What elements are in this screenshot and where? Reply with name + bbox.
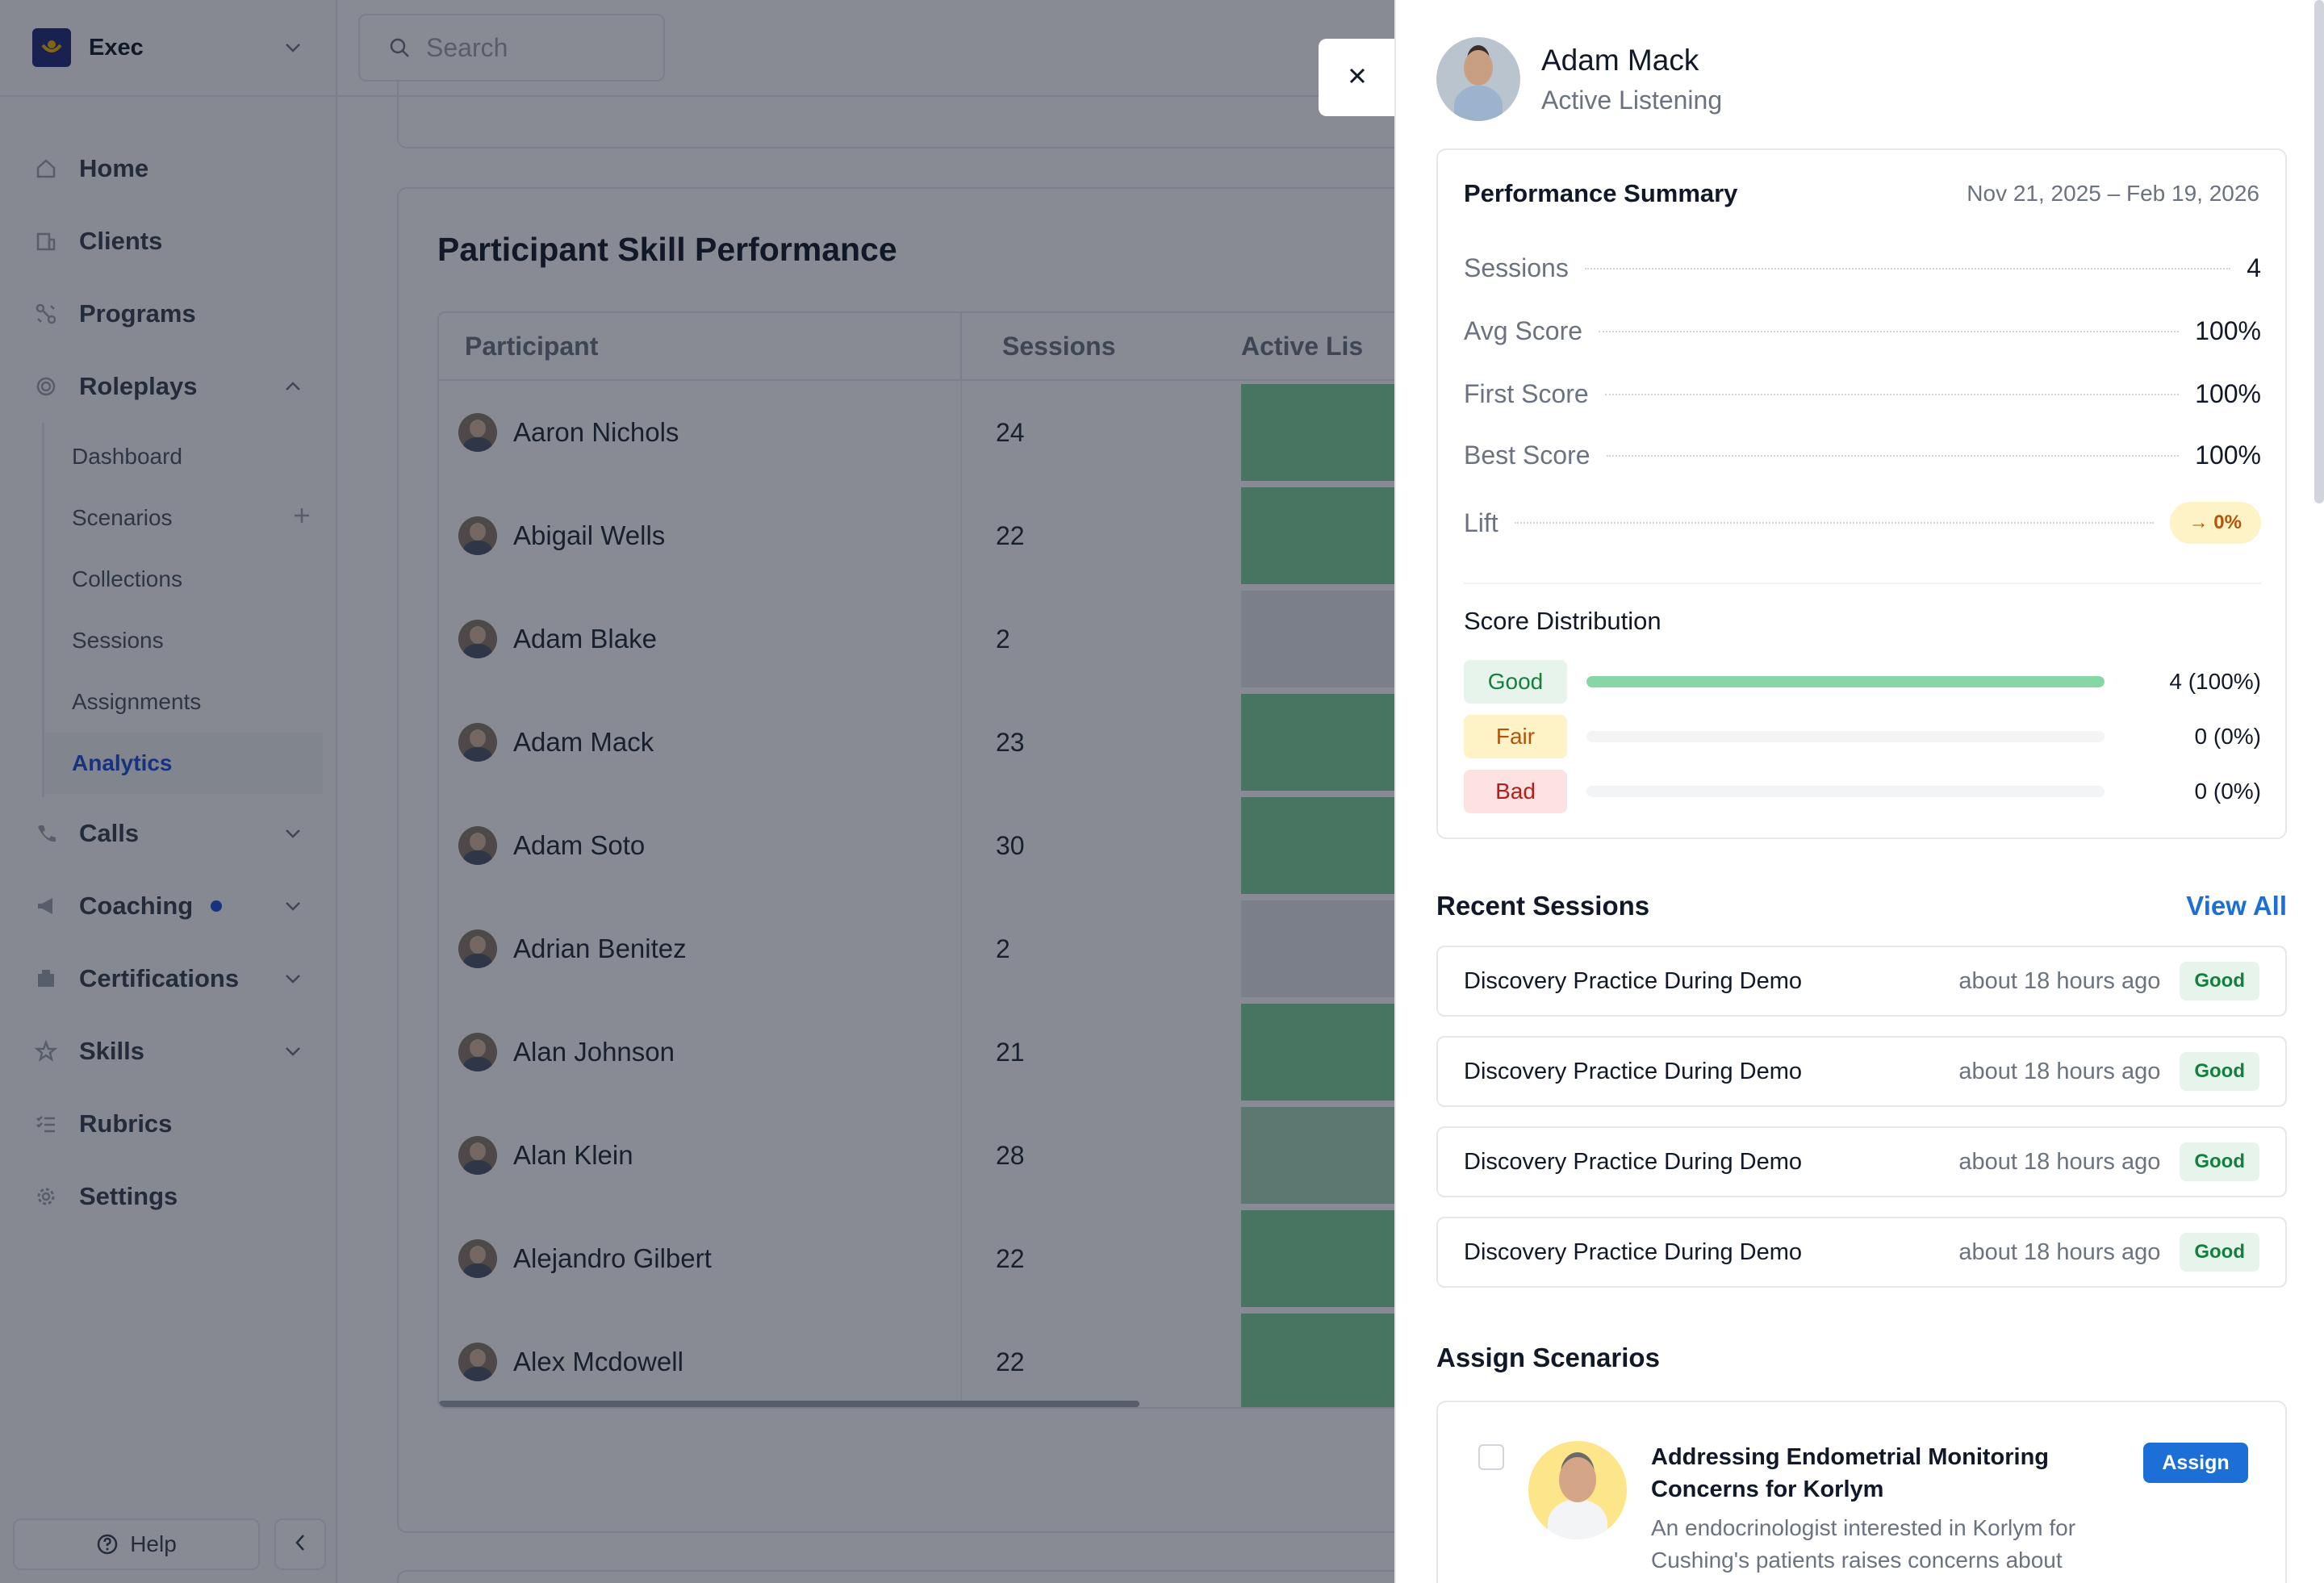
distribution-value: 0 (0%) bbox=[2194, 779, 2261, 804]
metric-value: 100% bbox=[2195, 441, 2261, 470]
metric-label: Avg Score bbox=[1464, 316, 1583, 345]
metric-value: 100% bbox=[2195, 316, 2261, 345]
avatar bbox=[1436, 37, 1520, 121]
participant-drawer: Adam Mack Active Listening Performance S… bbox=[1394, 0, 2324, 1583]
metric-best-score: Best Score 100% bbox=[1464, 441, 2261, 470]
assign-scenarios-header: Assign Scenarios bbox=[1436, 1343, 2287, 1373]
session-badge: Good bbox=[2180, 1142, 2259, 1181]
score-distribution-title: Score Distribution bbox=[1464, 607, 1661, 635]
distribution-value: 4 (100%) bbox=[2169, 669, 2261, 694]
session-time: about 18 hours ago bbox=[1958, 1238, 2161, 1265]
lift-badge: → 0% bbox=[2169, 502, 2261, 544]
recent-sessions-title: Recent Sessions bbox=[1436, 891, 1650, 921]
good-badge: Good bbox=[1464, 660, 1567, 704]
session-title: Discovery Practice During Demo bbox=[1464, 1058, 1803, 1084]
metric-sessions: Sessions 4 bbox=[1464, 253, 2261, 283]
metric-label: Sessions bbox=[1464, 253, 1569, 282]
metric-lift: Lift → 0% bbox=[1464, 502, 2261, 544]
modal-backdrop[interactable] bbox=[0, 0, 1394, 1583]
scenario-avatar bbox=[1528, 1441, 1627, 1539]
bad-badge: Bad bbox=[1464, 770, 1567, 813]
scenario-card: Addressing Endometrial Monitoring Concer… bbox=[1436, 1401, 2287, 1583]
scenario-description: An endocrinologist interested in Korlym … bbox=[1651, 1515, 2076, 1573]
app-root: Exec Home Clients Programs Roleplays bbox=[0, 0, 2324, 1583]
view-all-link[interactable]: View All bbox=[2186, 891, 2287, 921]
distribution-track bbox=[1586, 676, 2105, 687]
distribution-row-fair: Fair 0 (0%) bbox=[1464, 715, 2261, 758]
performance-summary-card: Performance Summary Nov 21, 2025 – Feb 1… bbox=[1436, 148, 2287, 839]
distribution-row-good: Good 4 (100%) bbox=[1464, 660, 2261, 704]
drawer-header: Adam Mack Active Listening bbox=[1436, 37, 1722, 121]
session-title: Discovery Practice During Demo bbox=[1464, 1238, 1803, 1265]
close-icon bbox=[1348, 66, 1367, 90]
metric-avg-score: Avg Score 100% bbox=[1464, 316, 2261, 346]
session-time: about 18 hours ago bbox=[1958, 1148, 2161, 1175]
assign-scenarios-title: Assign Scenarios bbox=[1436, 1343, 1660, 1372]
session-item[interactable]: Discovery Practice During Demo about 18 h… bbox=[1436, 1036, 2287, 1107]
participant-name: Adam Mack bbox=[1541, 43, 1699, 77]
session-badge: Good bbox=[2180, 1052, 2259, 1091]
distribution-value: 0 (0%) bbox=[2194, 724, 2261, 749]
session-item[interactable]: Discovery Practice During Demo about 18 h… bbox=[1436, 1217, 2287, 1288]
metric-label: Best Score bbox=[1464, 441, 1590, 470]
scenario-checkbox[interactable] bbox=[1478, 1444, 1504, 1470]
session-badge: Good bbox=[2180, 962, 2259, 1000]
date-range: Nov 21, 2025 – Feb 19, 2026 bbox=[1967, 181, 2259, 206]
divider bbox=[1464, 583, 2261, 584]
session-item[interactable]: Discovery Practice During Demo about 18 h… bbox=[1436, 1126, 2287, 1197]
metric-label: First Score bbox=[1464, 379, 1589, 408]
performance-summary-title: Performance Summary bbox=[1464, 179, 1738, 207]
drawer-scrollbar[interactable] bbox=[2314, 0, 2324, 503]
session-item[interactable]: Discovery Practice During Demo about 18 h… bbox=[1436, 946, 2287, 1017]
distribution-track bbox=[1586, 731, 2105, 742]
metric-label: Lift bbox=[1464, 507, 1498, 537]
distribution-fill bbox=[1586, 676, 2105, 687]
distribution-track bbox=[1586, 786, 2105, 797]
session-badge: Good bbox=[2180, 1233, 2259, 1272]
session-title: Discovery Practice During Demo bbox=[1464, 967, 1803, 994]
metric-first-score: First Score 100% bbox=[1464, 379, 2261, 409]
recent-sessions-header: Recent Sessions View All bbox=[1436, 891, 2287, 921]
distribution-row-bad: Bad 0 (0%) bbox=[1464, 770, 2261, 813]
metric-value: 100% bbox=[2195, 379, 2261, 408]
session-time: about 18 hours ago bbox=[1958, 1058, 2161, 1084]
skill-name: Active Listening bbox=[1541, 85, 1723, 115]
session-title: Discovery Practice During Demo bbox=[1464, 1148, 1803, 1175]
scenario-title: Addressing Endometrial Monitoring Concer… bbox=[1651, 1444, 2050, 1502]
close-drawer-button[interactable] bbox=[1319, 39, 1396, 116]
assign-button[interactable]: Assign bbox=[2143, 1443, 2248, 1483]
fair-badge: Fair bbox=[1464, 715, 1567, 758]
session-time: about 18 hours ago bbox=[1958, 967, 2161, 994]
metric-value: 4 bbox=[2247, 253, 2261, 282]
